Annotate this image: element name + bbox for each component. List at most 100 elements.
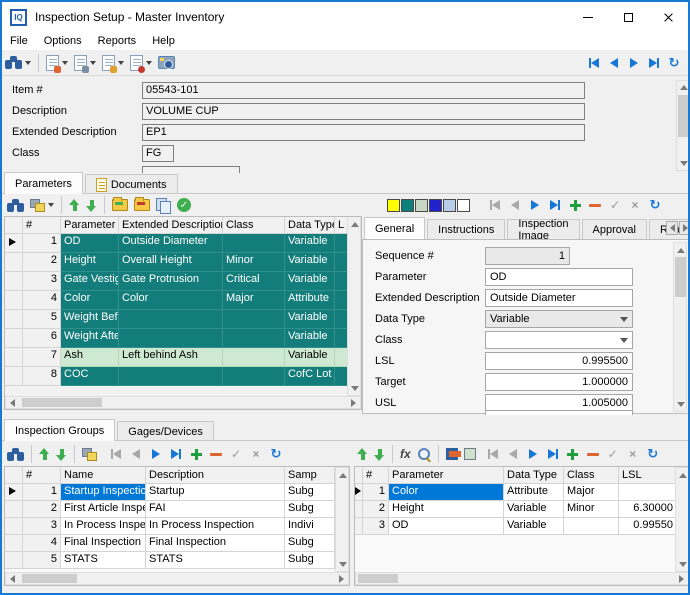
scrollbar-thumb[interactable] <box>22 574 77 583</box>
form-vertical-scrollbar[interactable] <box>676 80 690 171</box>
tab-scroll-right-button[interactable] <box>679 221 690 235</box>
scroll-up-icon[interactable] <box>679 473 687 478</box>
folder-remove-button[interactable] <box>131 197 153 213</box>
gp-nav-next-button[interactable] <box>523 445 543 463</box>
new-document-button[interactable] <box>43 53 71 73</box>
groups-vertical-scrollbar[interactable] <box>335 467 349 572</box>
detail-delete-button[interactable] <box>585 196 605 214</box>
grid-find-button[interactable] <box>4 197 27 214</box>
table-row[interactable]: 2 Height Variable Minor 6.30000 <box>355 501 689 518</box>
groups-delete-button[interactable] <box>206 445 226 463</box>
table-row[interactable]: 2 First Article Inspec FAI Subg <box>5 501 349 518</box>
copy-button[interactable] <box>153 196 174 214</box>
class-combo[interactable] <box>485 331 633 349</box>
groups-nav-first-button[interactable] <box>106 445 126 463</box>
gp-add-button[interactable] <box>563 445 583 463</box>
nav-first-button[interactable] <box>584 54 604 72</box>
detail-nav-next-button[interactable] <box>525 196 545 214</box>
scroll-right-icon[interactable] <box>339 575 344 583</box>
apply-button[interactable]: ✓ <box>174 196 194 214</box>
minimize-button[interactable] <box>568 3 608 31</box>
move-up-button[interactable] <box>66 197 83 214</box>
table-row[interactable]: 5 Weight Befo Variable <box>5 310 361 329</box>
table-row[interactable]: 3 In Process Inspect In Process Inspecti… <box>5 518 349 535</box>
document-history-button[interactable] <box>127 53 155 73</box>
table-row[interactable]: 4 Color Color Major Attribute <box>5 291 361 310</box>
nav-prev-button[interactable] <box>604 54 624 72</box>
detail-refresh-button[interactable]: ↻ <box>645 196 665 214</box>
tab-instructions[interactable]: Instructions <box>427 219 505 239</box>
table-row[interactable]: 1 OD Outside Diameter Variable <box>5 234 361 253</box>
ext-description-field[interactable]: Outside Diameter <box>485 289 633 307</box>
gp-nav-prev-button[interactable] <box>503 445 523 463</box>
tab-inspection-image[interactable]: Inspection Image <box>507 219 579 239</box>
groups-nav-next-button[interactable] <box>146 445 166 463</box>
gp-cancel-button[interactable]: × <box>623 445 643 463</box>
groups-find-button[interactable] <box>4 446 27 463</box>
nav-last-button[interactable] <box>644 54 664 72</box>
groups-view-button[interactable] <box>79 446 100 462</box>
gp-zoom-button[interactable] <box>414 445 434 463</box>
scroll-down-icon[interactable] <box>680 161 688 166</box>
tab-general[interactable]: General <box>364 217 425 239</box>
status-color-blue[interactable] <box>429 199 442 212</box>
groups-move-down-button[interactable] <box>53 446 70 463</box>
gp-assign-button[interactable] <box>443 445 479 463</box>
table-row[interactable]: 5 STATS STATS Subg <box>5 552 349 569</box>
data-type-combo[interactable]: Variable <box>485 310 633 328</box>
status-color-lightblue[interactable] <box>443 199 456 212</box>
detail-nav-prev-button[interactable] <box>505 196 525 214</box>
gp-post-button[interactable]: ✓ <box>603 445 623 463</box>
groups-nav-last-button[interactable] <box>166 445 186 463</box>
table-row[interactable]: 7 Ash Left behind Ash Variable <box>5 348 361 367</box>
detail-nav-last-button[interactable] <box>545 196 565 214</box>
clipped-field[interactable] <box>485 410 633 415</box>
nav-next-button[interactable] <box>624 54 644 72</box>
scroll-down-icon[interactable] <box>339 562 347 567</box>
gp-refresh-button[interactable]: ↻ <box>643 445 663 463</box>
tab-inspection-groups[interactable]: Inspection Groups <box>4 419 115 441</box>
target-field[interactable]: 1.000000 <box>485 373 633 391</box>
grid-vertical-scrollbar[interactable] <box>347 217 361 396</box>
detail-cancel-button[interactable]: × <box>625 196 645 214</box>
tab-scroll-left-button[interactable] <box>666 221 678 235</box>
scroll-right-icon[interactable] <box>351 399 356 407</box>
scroll-left-icon[interactable] <box>10 399 15 407</box>
gp-horizontal-scrollbar[interactable] <box>355 572 689 585</box>
table-row[interactable]: 4 Final Inspection Final Inspection Subg <box>5 535 349 552</box>
scroll-down-icon[interactable] <box>351 386 359 391</box>
detail-nav-first-button[interactable] <box>485 196 505 214</box>
find-button[interactable] <box>2 54 34 71</box>
scroll-down-icon[interactable] <box>677 402 685 407</box>
maximize-button[interactable] <box>608 3 648 31</box>
menu-options[interactable]: Options <box>36 33 90 49</box>
scroll-up-icon[interactable] <box>680 85 688 90</box>
scrollbar-thumb[interactable] <box>22 398 102 407</box>
gp-vertical-scrollbar[interactable] <box>675 467 689 572</box>
menu-help[interactable]: Help <box>144 33 183 49</box>
groups-horizontal-scrollbar[interactable] <box>5 572 349 585</box>
tab-parameters[interactable]: Parameters <box>4 172 83 194</box>
table-row[interactable]: 8 COC CofC Lot Do <box>5 367 361 386</box>
status-color-teal[interactable] <box>401 199 414 212</box>
grid-horizontal-scrollbar[interactable] <box>5 396 361 409</box>
move-down-button[interactable] <box>83 197 100 214</box>
table-row[interactable]: 6 Weight Afte Variable <box>5 329 361 348</box>
table-row[interactable]: 1 Startup Inspection Startup Subg <box>5 484 349 501</box>
menu-file[interactable]: File <box>2 33 36 49</box>
item-number-field[interactable]: 05543-101 <box>142 82 585 99</box>
table-row[interactable]: 3 OD Variable 0.99550 <box>355 518 689 535</box>
groups-post-button[interactable]: ✓ <box>226 445 246 463</box>
scrollbar-thumb[interactable] <box>678 95 689 137</box>
scroll-up-icon[interactable] <box>351 222 359 227</box>
detail-post-button[interactable]: ✓ <box>605 196 625 214</box>
status-color-yellow[interactable] <box>387 199 400 212</box>
detail-add-button[interactable] <box>565 196 585 214</box>
tab-gages-devices[interactable]: Gages/Devices <box>117 421 214 441</box>
groups-nav-prev-button[interactable] <box>126 445 146 463</box>
scroll-left-icon[interactable] <box>10 575 15 583</box>
document-edit-button[interactable] <box>99 53 127 73</box>
table-row[interactable]: 1 Color Attribute Major <box>355 484 689 501</box>
tab-documents[interactable]: Documents <box>85 174 178 194</box>
class-field[interactable]: FG <box>142 145 174 162</box>
